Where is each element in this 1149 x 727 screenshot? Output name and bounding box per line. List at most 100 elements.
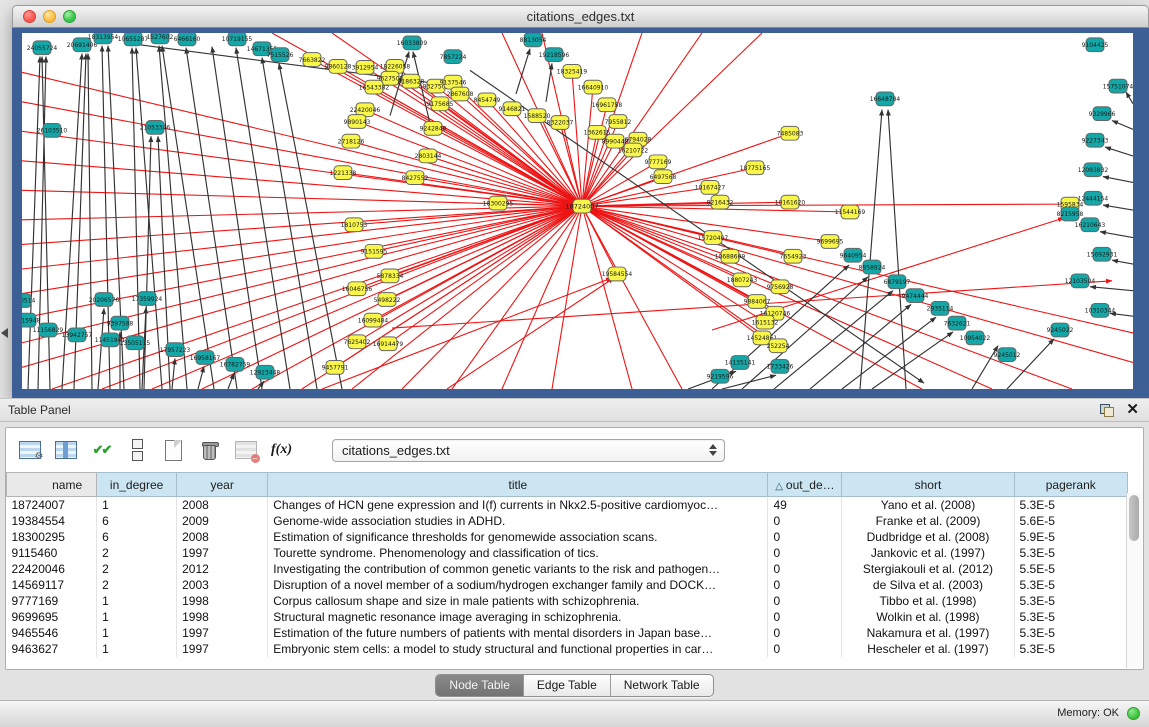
tab-edge-table[interactable]: Edge Table xyxy=(524,675,611,696)
network-node[interactable]: 1527602 xyxy=(147,33,174,44)
column-header-pagerank[interactable]: pagerank xyxy=(1014,473,1127,497)
network-node[interactable]: 9227343 xyxy=(1082,133,1109,147)
window-titlebar[interactable]: citations_edges.txt xyxy=(12,5,1149,28)
table-header-row[interactable]: namein_degreeyeartitle△out_de…shortpager… xyxy=(7,473,1128,497)
table-row[interactable]: 946554611997Estimation of the future num… xyxy=(7,625,1128,641)
network-node[interactable]: 9104425 xyxy=(1082,38,1109,52)
network-node[interactable]: 17359924 xyxy=(132,292,163,306)
network-node[interactable]: 6466160 xyxy=(174,33,201,46)
network-node[interactable]: 10161620 xyxy=(775,195,806,209)
network-node[interactable]: 9245022 xyxy=(1047,323,1074,337)
network-node[interactable]: 1221338 xyxy=(330,166,357,180)
select-rows-check-icon[interactable]: ✔✔ xyxy=(88,437,115,464)
network-node[interactable]: 15692931 xyxy=(1087,247,1118,261)
column-header-in_degree[interactable]: in_degree xyxy=(97,473,177,497)
network-node[interactable]: 9640954 xyxy=(840,248,867,262)
network-node[interactable]: 9756928 xyxy=(767,280,794,294)
table-column-selector-icon[interactable] xyxy=(52,437,79,464)
column-header-out_de[interactable]: △out_de… xyxy=(768,473,842,497)
tab-node-table[interactable]: Node Table xyxy=(436,675,524,696)
table-row[interactable]: 969969511998Structural magnetic resonanc… xyxy=(7,609,1128,625)
close-panel-icon[interactable]: ✕ xyxy=(1126,403,1139,417)
network-node[interactable]: 15751074 xyxy=(1103,79,1133,93)
table-row[interactable]: 1456911722003Disruption of a novel membe… xyxy=(7,577,1128,593)
network-node[interactable]: 9457791 xyxy=(322,360,349,374)
tab-network-table[interactable]: Network Table xyxy=(611,675,713,696)
network-node[interactable]: 10310344 xyxy=(1085,303,1116,317)
network-node[interactable]: 8322037 xyxy=(547,116,574,130)
network-node[interactable]: 8216432 xyxy=(707,195,734,209)
network-node[interactable]: 17957223 xyxy=(160,343,191,357)
network-node[interactable]: 1733426 xyxy=(767,359,794,373)
network-node[interactable]: 16033809 xyxy=(397,36,428,50)
network-node[interactable]: 8454749 xyxy=(474,93,501,107)
network-node[interactable]: 16648784 xyxy=(870,92,901,106)
create-table-icon[interactable] xyxy=(160,437,187,464)
function-builder-icon[interactable]: f(x) xyxy=(268,437,295,464)
delete-column-icon[interactable] xyxy=(196,437,223,464)
network-node[interactable]: 19218596 xyxy=(539,48,570,62)
table-row[interactable]: 1830029562008Estimation of significance … xyxy=(7,529,1128,545)
network-node[interactable]: 16961758 xyxy=(592,98,623,112)
network-node[interactable]: 9245012 xyxy=(994,348,1021,362)
network-node[interactable]: 18325419 xyxy=(557,64,588,78)
network-node[interactable]: 10167427 xyxy=(695,181,726,195)
table-row[interactable]: 1872400712008Changes of HCN gene express… xyxy=(7,497,1128,514)
network-node[interactable]: 13942757 xyxy=(62,328,93,342)
network-node[interactable]: 24055724 xyxy=(27,41,58,55)
column-header-title[interactable]: title xyxy=(268,473,768,497)
network-node[interactable]: 252254 xyxy=(767,339,790,353)
network-node[interactable]: 1810753 xyxy=(341,218,368,232)
table-source-select[interactable]: citations_edges.txt xyxy=(332,439,725,462)
network-node[interactable]: 18775165 xyxy=(740,161,771,175)
network-node[interactable]: 9146821 xyxy=(499,102,526,116)
network-node[interactable]: 9151595 xyxy=(361,244,388,258)
float-panel-icon[interactable] xyxy=(1100,404,1114,417)
network-node[interactable]: 11544169 xyxy=(835,205,866,219)
table-settings-icon[interactable]: ⚙ xyxy=(16,437,43,464)
table-row[interactable]: 1938455462009Genome-wide association stu… xyxy=(7,513,1128,529)
scrollbar-thumb[interactable] xyxy=(1129,495,1139,541)
network-node[interactable]: 10655287 xyxy=(118,33,149,46)
network-node[interactable]: 8958924 xyxy=(859,260,886,274)
network-node[interactable]: 7485083 xyxy=(777,126,804,140)
network-node[interactable]: 16210643 xyxy=(1075,218,1106,232)
row-height-icon[interactable] xyxy=(124,437,151,464)
network-node[interactable]: 11156829 xyxy=(33,323,64,337)
table-row[interactable]: 946362711997Embryonic stem cells: a mode… xyxy=(7,641,1128,657)
network-node[interactable]: 9175685 xyxy=(427,97,454,111)
network-node[interactable]: 7654923 xyxy=(780,249,807,263)
network-node[interactable]: 9474444 xyxy=(902,289,929,303)
network-node[interactable]: 9397588 xyxy=(107,316,134,330)
network-node[interactable]: 14135141 xyxy=(725,356,756,370)
network-node[interactable]: 10954022 xyxy=(960,331,991,345)
network-node[interactable]: 7955812 xyxy=(605,115,632,129)
column-header-short[interactable]: short xyxy=(842,473,1014,497)
network-node[interactable]: 9860128 xyxy=(325,60,352,74)
network-node[interactable]: 16046756 xyxy=(342,282,373,296)
network-node[interactable]: 15720407 xyxy=(698,231,729,245)
network-node[interactable]: 12093832 xyxy=(1078,163,1109,177)
network-node[interactable]: 9329966 xyxy=(1089,107,1116,121)
network-node[interactable]: 16782759 xyxy=(220,358,251,372)
table-row[interactable]: 911546021997Tourette syndrome. Phenomeno… xyxy=(7,545,1128,561)
network-node[interactable]: 16914479 xyxy=(373,337,404,351)
vertical-scrollbar[interactable] xyxy=(1126,493,1142,668)
network-node[interactable]: 9699695 xyxy=(817,235,844,249)
network-canvas[interactable]: 9860128391295418226058962750881863281654… xyxy=(22,33,1133,389)
network-node[interactable]: 16640910 xyxy=(578,80,609,94)
network-node[interactable]: 10719155 xyxy=(222,33,253,46)
column-header-name[interactable]: name xyxy=(7,473,97,497)
network-node[interactable]: 19584554 xyxy=(602,267,633,281)
table-row[interactable]: 2242004622012Investigating the contribut… xyxy=(7,561,1128,577)
network-node[interactable]: 2718126 xyxy=(338,134,365,148)
column-header-year[interactable]: year xyxy=(177,473,268,497)
network-node[interactable]: 2935114 xyxy=(927,301,954,315)
network-node[interactable]: 26103510 xyxy=(37,123,68,137)
network-node[interactable]: 12103504 xyxy=(1065,274,1096,288)
network-node[interactable]: 12923448 xyxy=(250,365,281,379)
table-row[interactable]: 977716911998Corpus callosum shape and si… xyxy=(7,593,1128,609)
collapse-handle-icon[interactable] xyxy=(1,328,8,338)
network-node[interactable]: 7632621 xyxy=(944,316,971,330)
network-node[interactable]: 7857224 xyxy=(440,50,467,64)
